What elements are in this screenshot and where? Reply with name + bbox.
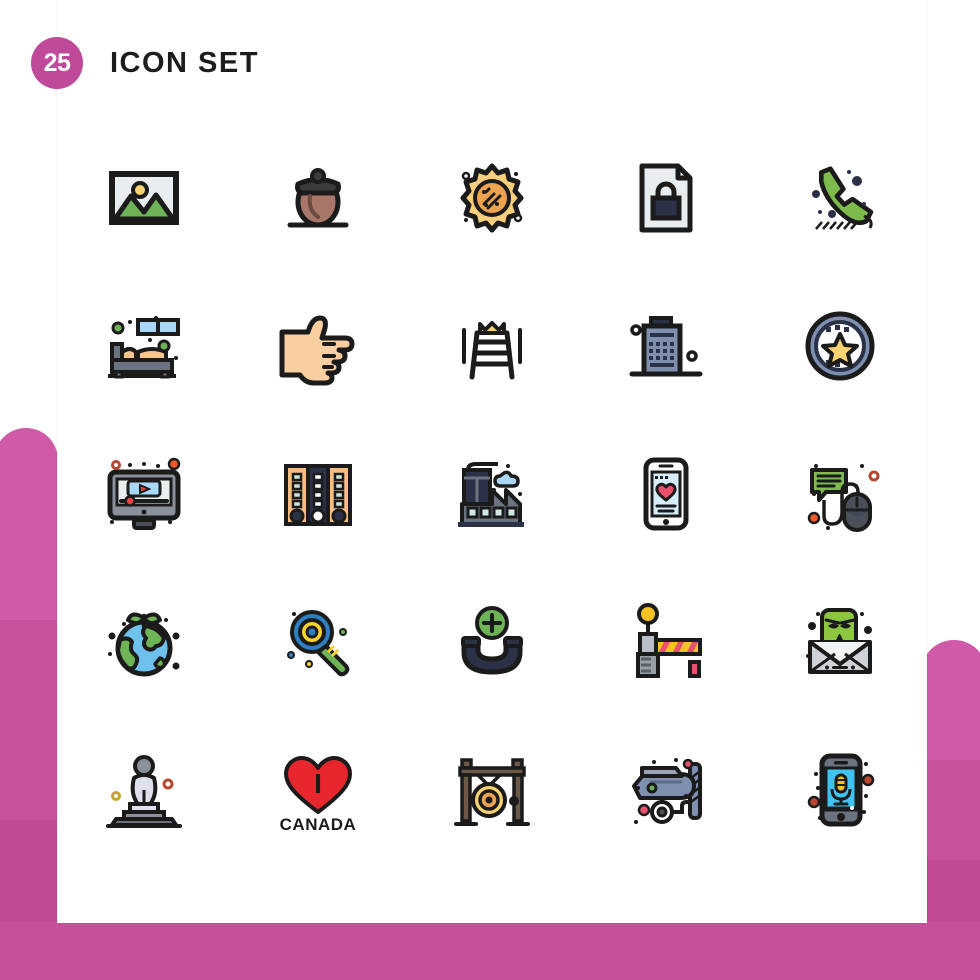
canada-label: CANADA xyxy=(280,815,357,834)
icon-cell-i-love-canada-icon[interactable]: I CANADA xyxy=(231,716,405,864)
icon-cell-factory-pollution-icon[interactable]: Factory xyxy=(405,420,579,568)
star-badge-film-icon xyxy=(805,311,875,381)
icon-set-page: 25 ICON SET Image xyxy=(0,0,980,980)
page-title: ICON SET xyxy=(110,46,259,79)
mobile-microphone-icon xyxy=(807,753,875,827)
archive-binders-icon xyxy=(284,464,352,526)
icon-cell-security-camera-icon[interactable]: CCTV Camera xyxy=(579,716,753,864)
icon-cell-ladder-crown-icon[interactable]: Ladder Success xyxy=(405,272,579,420)
bed-bedroom-icon xyxy=(108,316,180,379)
icon-cell-add-contact-handset-icon[interactable]: Add Call xyxy=(405,568,579,716)
chat-mouse-icon xyxy=(807,464,880,532)
icon-cell-eco-earth-plant-icon[interactable]: Eco Earth xyxy=(57,568,231,716)
icon-cell-mobile-microphone-icon[interactable]: Podcast Mobile xyxy=(753,716,927,864)
icon-count-badge: 25 xyxy=(31,37,83,89)
locked-file-icon xyxy=(639,163,693,233)
gong-icon xyxy=(454,758,530,826)
spam-email-zombie-icon xyxy=(806,608,872,674)
icon-grid: Image Acorn xyxy=(57,124,927,864)
icon-cell-telephone-handset-icon[interactable]: Phone Call xyxy=(753,124,927,272)
icon-cell-trophy-statue-icon[interactable]: Award Statue xyxy=(57,716,231,864)
icon-cell-acorn-nut-icon[interactable]: Acorn xyxy=(231,124,405,272)
icon-cell-star-badge-film-icon[interactable]: Film Star Badge xyxy=(753,272,927,420)
acorn-nut-icon xyxy=(287,168,349,228)
i-love-canada-icon: I CANADA xyxy=(280,756,357,834)
cookie-badge-icon xyxy=(460,163,524,233)
icon-cell-barrier-gate-icon[interactable]: Barrier xyxy=(579,568,753,716)
page-header: 25 ICON SET xyxy=(31,34,697,92)
barrier-gate-icon xyxy=(636,603,702,678)
image-picture-icon xyxy=(109,171,179,225)
decor-bottom-band xyxy=(0,921,980,980)
icon-cell-spam-email-zombie-icon[interactable]: Spam Mail xyxy=(753,568,927,716)
trophy-statue-icon xyxy=(106,755,182,828)
icon-cell-archive-binders-icon[interactable]: Archive Folders xyxy=(231,420,405,568)
ladder-crown-icon xyxy=(462,321,522,380)
icon-cell-bed-bedroom-icon[interactable]: Bed xyxy=(57,272,231,420)
icon-cell-office-building-icon[interactable]: Building xyxy=(579,272,753,420)
icon-cell-cookie-badge-icon[interactable]: Cookie xyxy=(405,124,579,272)
icon-cell-pointing-hand-icon[interactable]: Pointing Hand xyxy=(231,272,405,420)
security-camera-icon xyxy=(632,758,702,824)
add-contact-handset-icon xyxy=(461,606,523,675)
eco-earth-plant-icon xyxy=(108,612,180,677)
office-building-icon xyxy=(629,316,703,377)
icon-cell-chat-mouse-icon[interactable]: Chat Mouse xyxy=(753,420,927,568)
target-magnifier-icon xyxy=(287,610,350,677)
icon-cell-mobile-heart-icon[interactable]: Mobile Health xyxy=(579,420,753,568)
icon-cell-target-magnifier-icon[interactable]: Search Target xyxy=(231,568,405,716)
video-player-monitor-icon xyxy=(107,457,181,530)
mobile-heart-icon xyxy=(643,457,689,531)
heart-letter-i: I xyxy=(314,768,322,799)
icon-set-card: 25 ICON SET Image xyxy=(31,0,927,923)
icon-cell-gong-icon[interactable]: Gong xyxy=(405,716,579,864)
icon-cell-image-picture-icon[interactable]: Image xyxy=(57,124,231,272)
icon-cell-locked-file-icon[interactable]: Locked File xyxy=(579,124,753,272)
telephone-handset-icon xyxy=(812,166,874,230)
pointing-hand-icon xyxy=(279,315,355,386)
factory-pollution-icon xyxy=(458,462,524,527)
icon-cell-video-player-monitor-icon[interactable]: Video Player xyxy=(57,420,231,568)
